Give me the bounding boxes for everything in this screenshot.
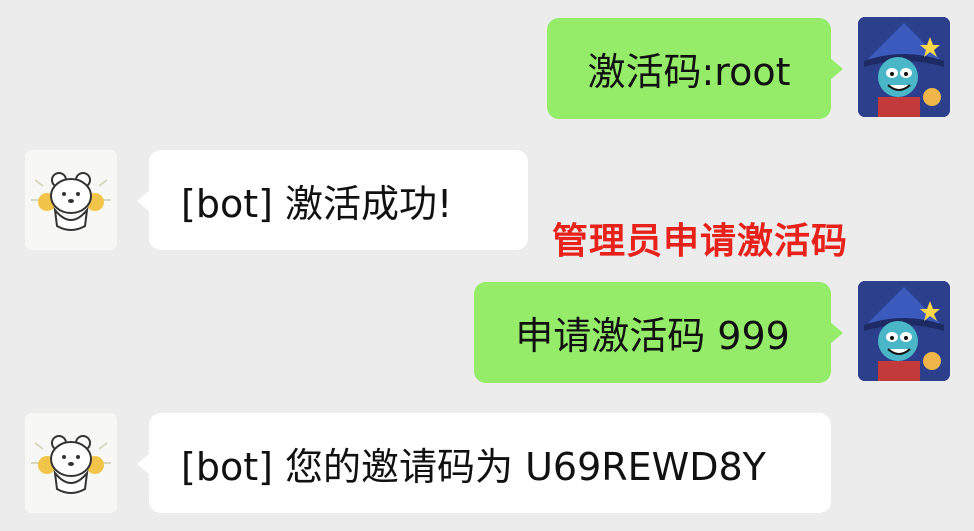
bear-avatar-icon[interactable] — [25, 413, 117, 513]
bubble-tail — [830, 322, 843, 344]
message-bubble-user[interactable]: 申请激活码 999 — [474, 282, 843, 383]
message-text: [bot] 您的邀请码为 U69REWD8Y — [181, 444, 766, 489]
bubble-tail — [830, 58, 843, 80]
bubble-tail — [137, 453, 150, 475]
message-text: 激活码:root — [587, 50, 791, 94]
message-bubble-bot[interactable]: [bot] 激活成功! — [137, 150, 528, 250]
bear-avatar-icon[interactable] — [25, 150, 117, 250]
message-text: 申请激活码 999 — [515, 314, 790, 358]
message-bubble-user[interactable]: 激活码:root — [547, 18, 843, 119]
message-text: [bot] 激活成功! — [181, 181, 453, 226]
wizard-avatar-icon[interactable] — [858, 281, 950, 381]
message-bubble-bot[interactable]: [bot] 您的邀请码为 U69REWD8Y — [137, 413, 831, 513]
annotation-label: 管理员申请激活码 — [552, 221, 849, 262]
bubble-tail — [137, 190, 150, 212]
wizard-avatar-icon[interactable] — [858, 17, 950, 117]
